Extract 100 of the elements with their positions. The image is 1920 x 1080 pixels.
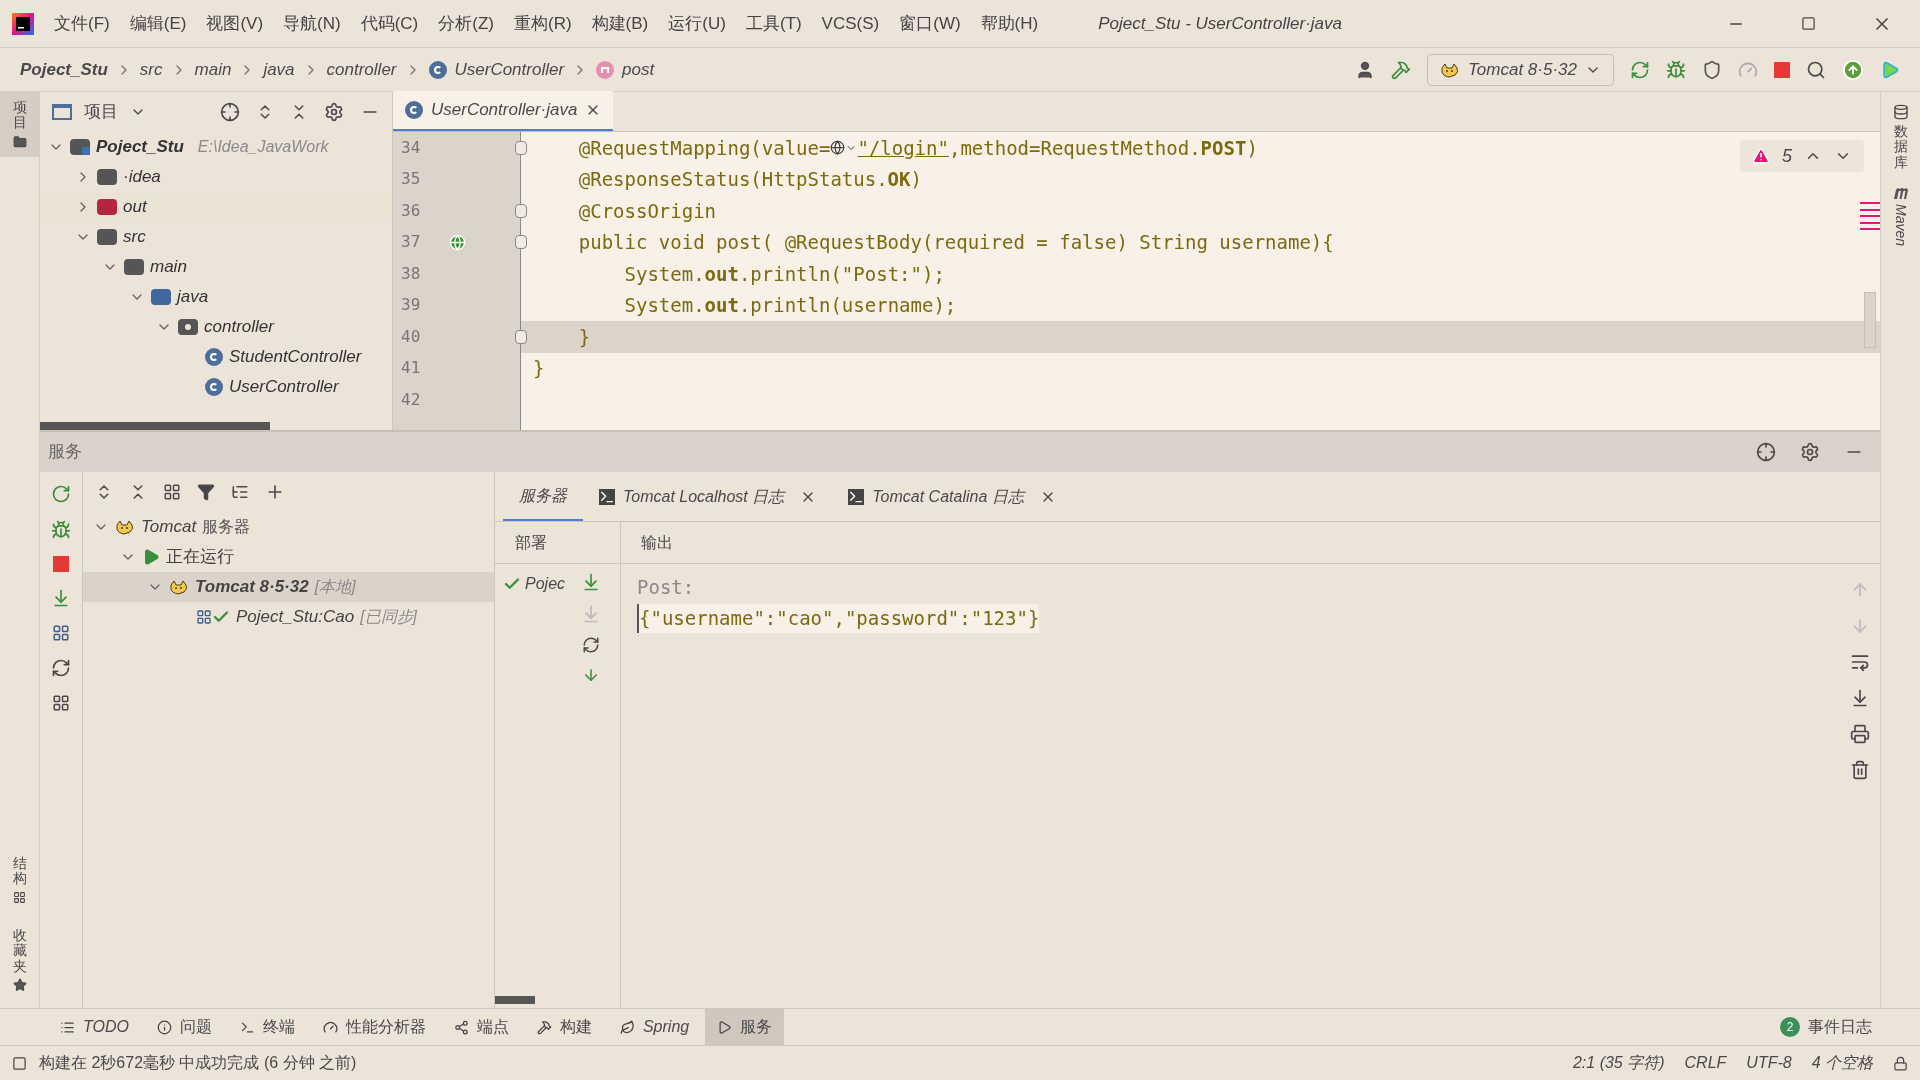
tree-item[interactable]: UserController [229,374,339,400]
settings-icon[interactable] [324,102,344,122]
deploy-icon[interactable] [51,588,71,608]
status-item[interactable]: 4 个空格 [1811,1051,1873,1075]
status-item[interactable]: 2:1 (35 字符) [1572,1051,1665,1075]
breadcrumb-item[interactable]: controller [326,56,397,83]
hammer-icon[interactable] [1391,59,1411,80]
menu-item[interactable]: 窗口(W) [899,10,961,37]
stop-icon[interactable] [1774,61,1790,78]
lock-icon[interactable] [1893,1055,1908,1071]
menu-item[interactable]: 导航(N) [283,10,341,37]
rerun-icon[interactable] [51,484,71,504]
tool-window-button[interactable]: 端点 [441,1009,521,1045]
fold-marker-icon[interactable] [515,140,527,155]
refresh-icon[interactable] [582,636,600,654]
tool-window-button[interactable]: 终端 [227,1009,307,1045]
breadcrumb-item[interactable]: java [263,56,295,83]
filter-icon[interactable] [197,483,215,501]
stripe-tab[interactable]: 收藏夹 [12,927,27,992]
tool-window-button[interactable]: 性能分析器 [310,1009,438,1045]
trash-icon[interactable] [1850,760,1870,780]
menu-item[interactable]: 构建(B) [591,10,649,37]
locate-icon[interactable] [220,102,240,122]
fold-marker-icon[interactable] [515,235,527,250]
wrap-icon[interactable] [1850,652,1870,672]
fold-marker-icon[interactable] [515,203,527,218]
redeploy-icon[interactable] [581,572,601,592]
globe-icon[interactable] [449,233,466,251]
tree-item[interactable]: Poject_Stu [96,134,184,160]
tree-item[interactable]: controller [204,314,274,340]
print-icon[interactable] [1850,724,1870,744]
status-item[interactable]: UTF-8 [1746,1051,1792,1075]
error-stripe-marks[interactable] [1860,202,1880,230]
event-log-button[interactable]: 2 事件日志 [1780,1015,1872,1039]
scroll-end-icon[interactable] [1850,688,1870,708]
tree-item[interactable]: src [123,224,146,250]
service-row[interactable]: Poject_Stu:Cao [已同步] [83,602,494,632]
tree-item[interactable]: out [123,194,147,220]
vertical-scrollbar[interactable] [1864,292,1876,348]
tool-window-button[interactable]: 服务 [705,1009,785,1045]
horizontal-scrollbar[interactable] [495,996,535,1004]
locate-icon[interactable] [1756,442,1776,462]
panel-toggle-icon[interactable] [12,1055,27,1071]
breadcrumb-item[interactable]: Poject_Stu [20,56,108,83]
menu-item[interactable]: 工具(T) [745,10,802,37]
code-link[interactable]: "/login" [857,133,949,162]
service-row[interactable]: Tomcat 服务器 [83,512,494,542]
inspection-widget[interactable]: 5 [1740,140,1864,172]
breadcrumb-item[interactable]: UserController [454,56,565,83]
stripe-tab[interactable]: 数据库 [1892,104,1909,171]
menu-item[interactable]: 运行(U) [668,10,726,37]
tool-window-button[interactable]: 构建 [524,1009,604,1045]
stripe-tab[interactable]: Maven [1890,186,1911,247]
breadcrumb-item[interactable]: main [194,56,232,83]
horizontal-scrollbar[interactable] [40,422,270,430]
menu-item[interactable]: 重构(R) [514,10,572,37]
project-view-selector[interactable]: 项目 [84,99,118,125]
service-row[interactable]: Tomcat 8·5·32 [本地] [83,572,494,602]
console-tab[interactable]: 服务器 [503,472,583,521]
stripe-tab[interactable]: 结构 [12,856,27,904]
settings-icon[interactable] [1800,442,1820,462]
menu-item[interactable]: 分析(Z) [438,10,494,37]
run-config-dropdown[interactable]: Tomcat 8·5·32 [1427,53,1614,86]
console-tab[interactable]: Tomcat Localhost 日志 [583,472,833,521]
console-tab[interactable]: Tomcat Catalina 日志 [832,472,1072,521]
maximize-icon[interactable] [1801,16,1816,31]
fold-marker-icon[interactable] [515,329,527,344]
column-header: 部署 [515,532,547,553]
tool-window-button[interactable]: 问题 [144,1009,224,1045]
search-icon[interactable] [1806,59,1826,80]
menu-item[interactable]: 视图(V) [206,10,264,37]
status-item[interactable]: CRLF [1684,1051,1727,1075]
group-icon[interactable] [163,483,181,501]
tree-item[interactable]: StudentController [229,344,362,370]
project-stripe-tab[interactable]: 项目 [0,92,39,157]
breadcrumb-item[interactable]: post [622,56,655,83]
menu-item[interactable]: VCS(S) [821,10,880,37]
rerun-icon[interactable] [1630,59,1650,80]
globe-icon[interactable] [830,140,858,156]
menu-item[interactable]: 编辑(E) [129,10,187,37]
update-icon[interactable] [1842,58,1864,81]
download-icon[interactable] [582,666,600,684]
deployment-item[interactable]: Pojec [503,572,581,596]
layout-icon[interactable] [52,694,70,712]
editor-tab[interactable]: UserController·java [393,91,614,131]
bug-icon[interactable] [1666,59,1686,80]
breadcrumb-item[interactable]: src [139,56,163,83]
tool-window-button[interactable]: TODO [48,1009,141,1045]
tree-item[interactable]: ·idea [123,164,161,190]
menu-item[interactable]: 帮助(H) [980,10,1039,37]
menu-item[interactable]: 代码(C) [360,10,419,37]
tool-window-button[interactable]: Spring [607,1009,702,1045]
tree-item[interactable]: main [150,254,187,280]
user-icon[interactable] [1355,59,1375,80]
service-row[interactable]: 正在运行 [83,542,494,572]
bug-icon[interactable] [51,520,71,540]
refresh-icon[interactable] [51,658,71,678]
tree-item[interactable]: java [177,284,209,310]
class-icon [428,60,447,79]
menu-item[interactable]: 文件(F) [54,10,110,37]
